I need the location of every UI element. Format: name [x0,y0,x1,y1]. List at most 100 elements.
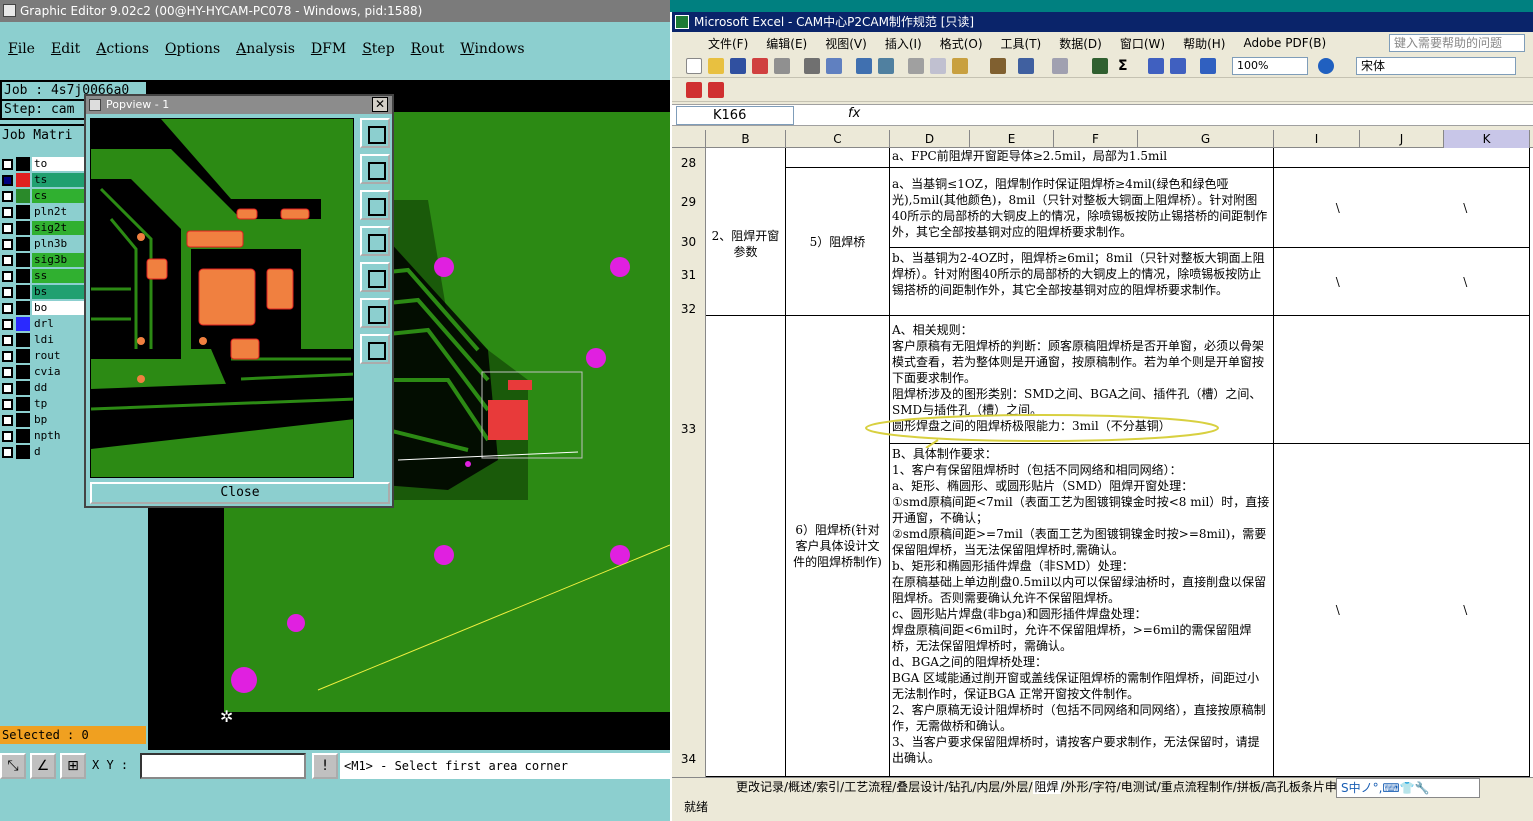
sheet-tab[interactable]: 索引 [816,780,840,794]
column-header-b[interactable]: B [706,130,786,148]
layer-checkbox[interactable] [2,382,13,394]
menu-actions[interactable]: Actions [96,36,149,62]
menu-file[interactable]: File [8,36,35,62]
column-header-i[interactable]: I [1274,130,1360,148]
sort-ascending-icon[interactable] [1148,58,1164,74]
font-select[interactable]: 宋体 [1356,57,1516,75]
help-search-input[interactable]: 键入需要帮助的问题 [1389,34,1525,52]
cell-b28[interactable] [706,148,786,168]
layer-row-bs[interactable]: bs [0,284,90,300]
sheet-tab[interactable]: 工艺流程 [844,780,892,794]
layer-checkbox[interactable] [2,222,13,234]
cut-icon[interactable] [908,58,924,74]
popview-move-icon[interactable] [360,334,390,364]
layer-checkbox[interactable] [2,206,13,218]
sheet-tab[interactable]: 内层 [976,780,1000,794]
layer-row-bo[interactable]: bo [0,300,90,316]
cell-i29[interactable]: \ \ [1274,168,1530,248]
help-icon[interactable] [1318,58,1334,74]
excel-menu-insert[interactable]: 插入(I) [885,35,922,52]
popview-pan-up-icon[interactable] [360,154,390,184]
layer-row-tp[interactable]: tp [0,396,90,412]
layer-row-ldi[interactable]: ldi [0,332,90,348]
excel-menu-data[interactable]: 数据(D) [1059,35,1102,52]
popview-zoom-icon[interactable] [360,118,390,148]
cell-c28[interactable] [786,148,890,168]
popview-fit-icon[interactable] [360,298,390,328]
layer-checkbox[interactable] [2,398,13,410]
cell-d31[interactable]: b、当基铜为2-4OZ时，阻焊桥≥6mil；8mil（只针对整板大铜面上阻焊桥）… [890,248,1274,316]
menu-rout[interactable]: Rout [411,36,445,62]
sheet-tab[interactable]: 外层 [1004,780,1028,794]
layer-checkbox[interactable] [2,286,13,298]
excel-menu-file[interactable]: 文件(F) [708,35,748,52]
menu-options[interactable]: Options [165,36,220,62]
layer-checkbox[interactable] [2,238,13,250]
menu-step[interactable]: Step [362,36,394,62]
graphic-editor-title-bar[interactable]: Graphic Editor 9.02c2 (00@HY-HYCAM-PC078… [0,0,670,22]
autosum-icon[interactable]: Σ [1118,58,1134,74]
layer-checkbox[interactable] [2,414,13,426]
row-header-29[interactable]: 29 [672,168,706,212]
excel-menu-view[interactable]: 视图(V) [825,35,867,52]
layer-row-rout[interactable]: rout [0,348,90,364]
sheet-tab[interactable]: 外形 [1065,780,1089,794]
spelling-icon[interactable] [856,58,872,74]
new-icon[interactable] [686,58,702,74]
cell-i28[interactable] [1274,148,1530,168]
popview-pan-right-icon[interactable] [360,262,390,292]
sheet-tab[interactable]: 叠层设计 [896,780,944,794]
print-icon[interactable] [804,58,820,74]
cell-c-solder-bridge[interactable]: 5）阻焊桥 [786,168,890,316]
sheet-tab[interactable]: 字符 [1093,780,1117,794]
column-header-j[interactable]: J [1360,130,1444,148]
convert-to-pdf-icon[interactable] [686,82,702,98]
popview-pan-left-icon[interactable] [360,226,390,256]
sheet-tab[interactable]: 概述 [788,780,812,794]
layer-row-cs[interactable]: cs [0,188,90,204]
undo-icon[interactable] [1018,58,1034,74]
column-header-c[interactable]: C [786,130,890,148]
email-icon[interactable] [774,58,790,74]
redo-icon[interactable] [1052,58,1068,74]
sheet-tab[interactable]: 电测试 [1121,780,1157,794]
cell-d29[interactable]: a、当基铜≤1OZ，阻焊制作时保证阻焊桥≥4mil(绿色和绿色哑光),5mil(… [890,168,1274,248]
menu-analysis[interactable]: Analysis [236,36,295,62]
layer-row-npth[interactable]: npth [0,428,90,444]
save-icon[interactable] [730,58,746,74]
fx-icon[interactable]: fx [848,106,860,121]
prompt-alert-icon[interactable]: ! [312,753,338,779]
layer-checkbox[interactable] [2,302,13,314]
menu-windows[interactable]: Windows [460,36,524,62]
popview-title-bar[interactable]: Popview - 1 ✕ [86,96,392,114]
sheet-tab[interactable]: 重点流程制作 [1161,780,1233,794]
preview-icon[interactable] [826,58,842,74]
popview-close-icon[interactable]: ✕ [372,97,388,112]
layer-row-sig2t[interactable]: sig2t [0,220,90,236]
layer-checkbox[interactable] [2,366,13,378]
popview-close-button[interactable]: Close [90,482,390,504]
row-header-32[interactable]: 32 [672,280,706,316]
layer-checkbox[interactable] [2,158,13,170]
layer-checkbox[interactable] [2,270,13,282]
select-tool-icon[interactable]: ⤡ [0,753,26,779]
permission-icon[interactable] [752,58,768,74]
hyperlink-icon[interactable] [1092,58,1108,74]
cell-i33[interactable] [1274,316,1530,444]
menu-edit[interactable]: Edit [51,36,80,62]
layer-row-d[interactable]: d [0,444,90,460]
excel-menu-window[interactable]: 窗口(W) [1120,35,1165,52]
cell-b-group[interactable]: 2、阻焊开窗参数 [706,168,786,316]
row-header-31[interactable]: 31 [672,248,706,282]
layer-checkbox[interactable] [2,174,13,186]
layer-row-ss[interactable]: ss [0,268,90,284]
layer-row-pln3b[interactable]: pln3b [0,236,90,252]
sheet-tab[interactable]: 拼板 [1237,780,1261,794]
copy-icon[interactable] [930,58,946,74]
xy-input[interactable] [140,753,306,779]
layer-checkbox[interactable] [2,430,13,442]
column-header-f[interactable]: F [1054,130,1138,148]
sheet-tab[interactable]: 阻焊 [1032,780,1061,794]
layer-row-sig3b[interactable]: sig3b [0,252,90,268]
row-header-34[interactable]: 34 [672,444,706,777]
